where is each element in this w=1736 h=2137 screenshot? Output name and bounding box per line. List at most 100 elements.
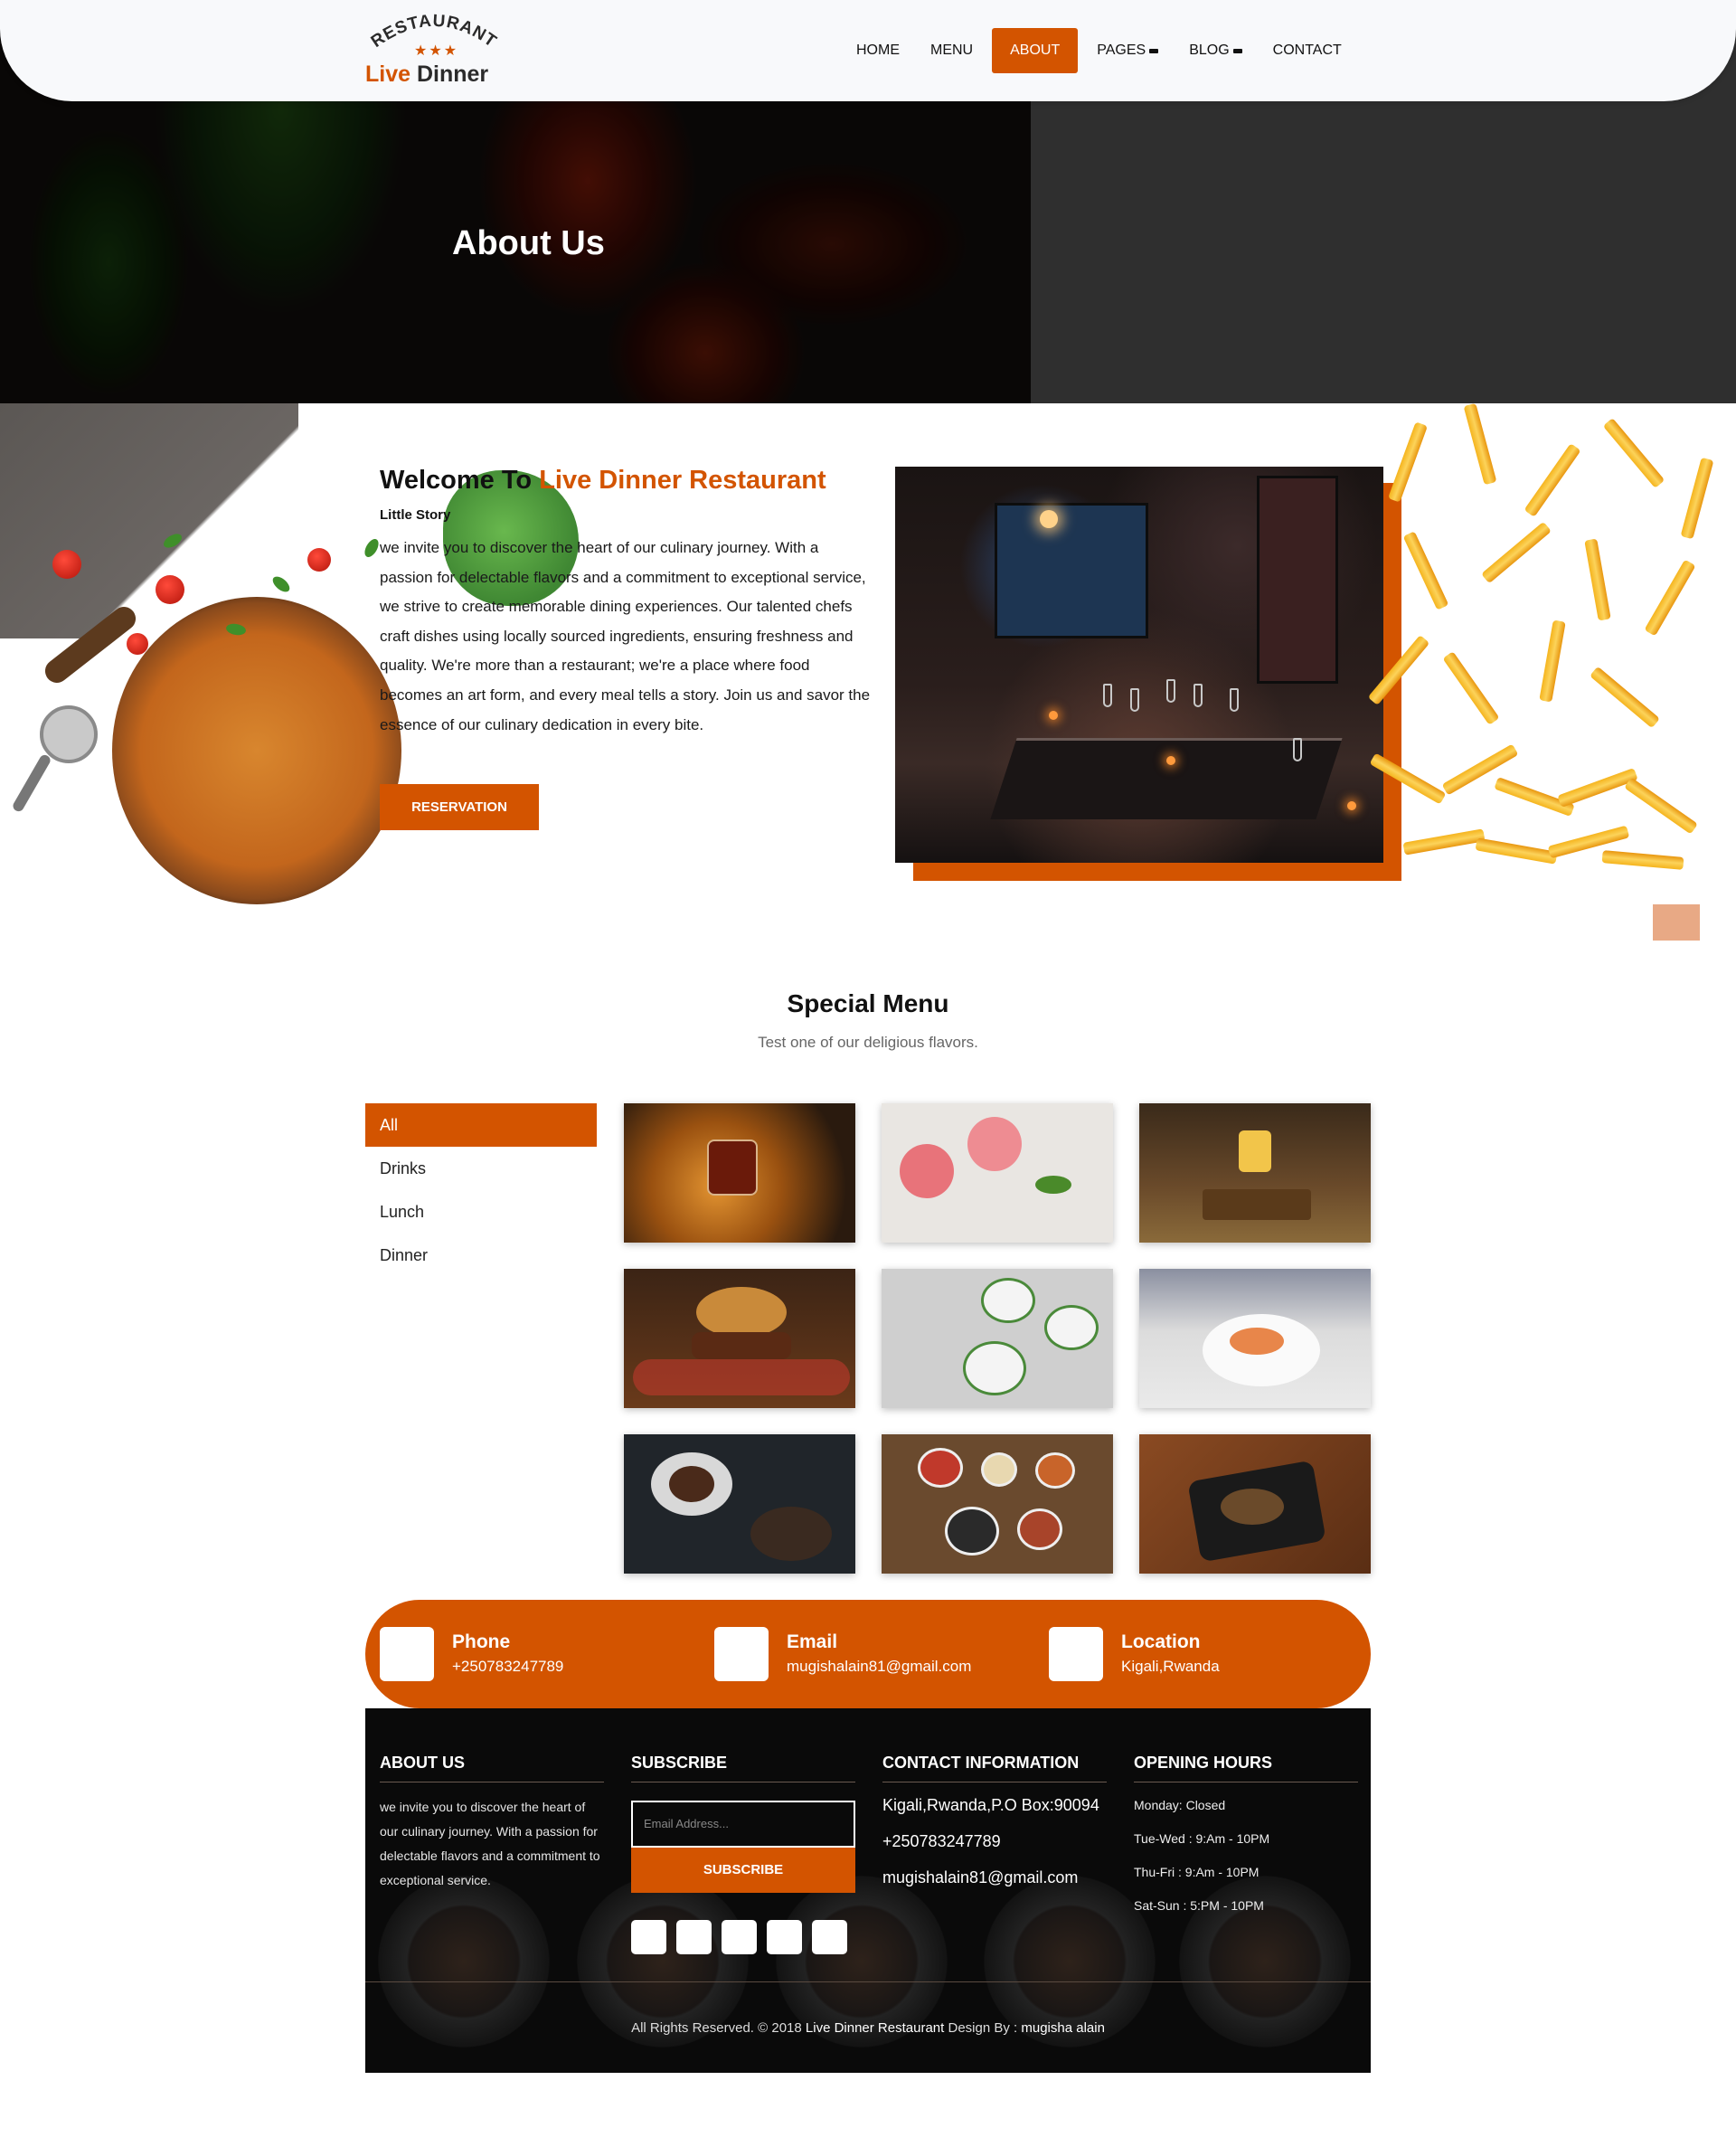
dinner-bowls-photo[interactable] [882,1434,1113,1574]
cocktail-glass-shape [967,1117,1022,1171]
fry-shape [1481,521,1552,584]
subscribe-button[interactable]: SUBSCRIBE [631,1848,855,1893]
bowl-shape [1017,1508,1062,1550]
drink-beer-photo[interactable] [1139,1103,1371,1243]
copyright-brand-link[interactable]: Live Dinner Restaurant [806,2020,944,2036]
hours-tue-wed: Tue-Wed : 9:Am - 10PM [1134,1831,1270,1846]
menu-category-list: All Drinks Lunch Dinner [365,1103,597,1277]
social-links [631,1920,855,1954]
dinner-plate-photo[interactable] [1139,1434,1371,1574]
wooden-tray-shape [1203,1189,1311,1220]
category-all[interactable]: All [365,1103,597,1147]
site-logo[interactable]: RESTAURANT ★★★ Live Dinner [362,11,506,89]
category-drinks[interactable]: Drinks [365,1147,597,1190]
email-icon [714,1627,769,1681]
lunch-salmon-photo[interactable] [1139,1269,1371,1408]
nav-about[interactable]: ABOUT [992,28,1079,73]
food-shape [669,1466,714,1502]
candle-light-shape [1347,801,1356,810]
fry-shape [1539,619,1566,703]
twitter-icon[interactable] [676,1920,712,1954]
fry-shape [1524,443,1581,517]
welcome-heading-accent: Live Dinner Restaurant [539,466,826,495]
linkedin-icon[interactable] [722,1920,757,1954]
reservation-button[interactable]: RESERVATION [380,784,539,830]
food-shape [750,1507,832,1561]
category-lunch[interactable]: Lunch [365,1190,597,1234]
fry-shape [1442,651,1500,725]
fry-shape [1602,418,1665,488]
contact-info-bar: Phone +250783247789 Email mugishalain81@… [365,1600,1371,1708]
welcome-heading: Welcome To Live Dinner Restaurant [380,466,826,496]
menu-photo-grid [624,1103,1371,1574]
wine-glass-shape [1194,684,1203,707]
tomato-image [127,633,148,655]
dropdown-caret-icon [1149,48,1159,53]
wine-glass-shape [1130,688,1139,712]
salmon-shape [1230,1328,1284,1355]
nav-contact[interactable]: CONTACT [1258,28,1357,73]
nav-pages-dropdown[interactable]: PAGES [1081,28,1174,73]
logo-stars-icon: ★★★ [414,43,459,59]
window-shape [995,503,1148,638]
wall-panel-shape [1257,476,1338,684]
footer-contact-column: CONTACT INFORMATION Kigali,Rwanda,P.O Bo… [882,1754,1107,1891]
main-nav: HOME MENU ABOUT PAGES BLOG CONTACT [841,28,1357,73]
candle-light-shape [1166,756,1175,765]
nav-blog-dropdown[interactable]: BLOG [1174,28,1257,73]
category-dinner[interactable]: Dinner [365,1234,597,1277]
site-footer: ABOUT US we invite you to discover the h… [365,1708,1371,2073]
pizza-image [112,597,401,904]
footer-email-link[interactable]: mugishalain81@gmail.com [882,1864,1107,1891]
fry-shape [1590,666,1660,729]
fry-shape [1680,457,1714,540]
whatsapp-icon[interactable] [812,1920,847,1954]
tomato-image [52,550,81,579]
fry-shape [1463,403,1497,486]
fries-image [1365,403,1736,910]
salad-plate-shape [1044,1305,1099,1350]
page-title: About Us [452,224,605,262]
fry-shape [1369,752,1447,805]
salad-plate-shape [981,1278,1035,1323]
nav-menu[interactable]: MENU [915,28,988,73]
hours-thu-fri: Thu-Fri : 9:Am - 10PM [1134,1865,1260,1879]
google-plus-icon[interactable] [767,1920,802,1954]
hours-monday: Monday: Closed [1134,1798,1226,1812]
dinner-table-photo[interactable] [624,1434,855,1574]
subscribe-email-input[interactable]: Email Address... [631,1801,855,1848]
drink-pink-cocktail-photo[interactable] [882,1103,1113,1243]
nav-home[interactable]: HOME [841,28,915,73]
ceiling-lamp-shape [1040,510,1058,528]
fry-shape [1475,837,1558,865]
footer-about-text: we invite you to discover the heart of o… [380,1800,600,1887]
tomato-image [156,575,184,604]
table-shape [990,738,1343,819]
phone-label: Phone [452,1631,511,1652]
footer-hours-heading: OPENING HOURS [1134,1754,1358,1782]
footer-subscribe-heading: SUBSCRIBE [631,1754,855,1782]
nav-home-label: HOME [856,43,900,58]
welcome-body-text: we invite you to discover the heart of o… [380,539,871,733]
footer-about-heading: ABOUT US [380,1754,604,1782]
special-menu-subtitle: Test one of our deligious flavors. [758,1034,978,1051]
scroll-to-top-button[interactable] [1653,904,1700,941]
logo-word-dinner: Dinner [410,61,489,87]
location-label: Location [1121,1631,1201,1652]
fry-shape [1644,559,1696,637]
lunch-burger-photo[interactable] [624,1269,855,1408]
candle-light-shape [1049,711,1058,720]
burger-patty-shape [692,1332,791,1359]
drink-whiskey-photo[interactable] [624,1103,855,1243]
footer-hours-column: OPENING HOURS Monday: Closed Tue-Wed : 9… [1134,1754,1358,1916]
tomato-image [307,548,331,572]
copyright-author-link[interactable]: mugisha alain [1021,2020,1105,2036]
footer-contact-heading: CONTACT INFORMATION [882,1754,1107,1782]
cocktail-glass-shape [900,1144,954,1198]
wine-glass-shape [1230,688,1239,712]
wine-glass-shape [1166,679,1175,703]
copyright-text: All Rights Reserved. © 2018 Live Dinner … [365,2020,1371,2036]
lunch-salad-photo[interactable] [882,1269,1113,1408]
facebook-icon[interactable] [631,1920,666,1954]
fry-shape [1367,635,1430,705]
